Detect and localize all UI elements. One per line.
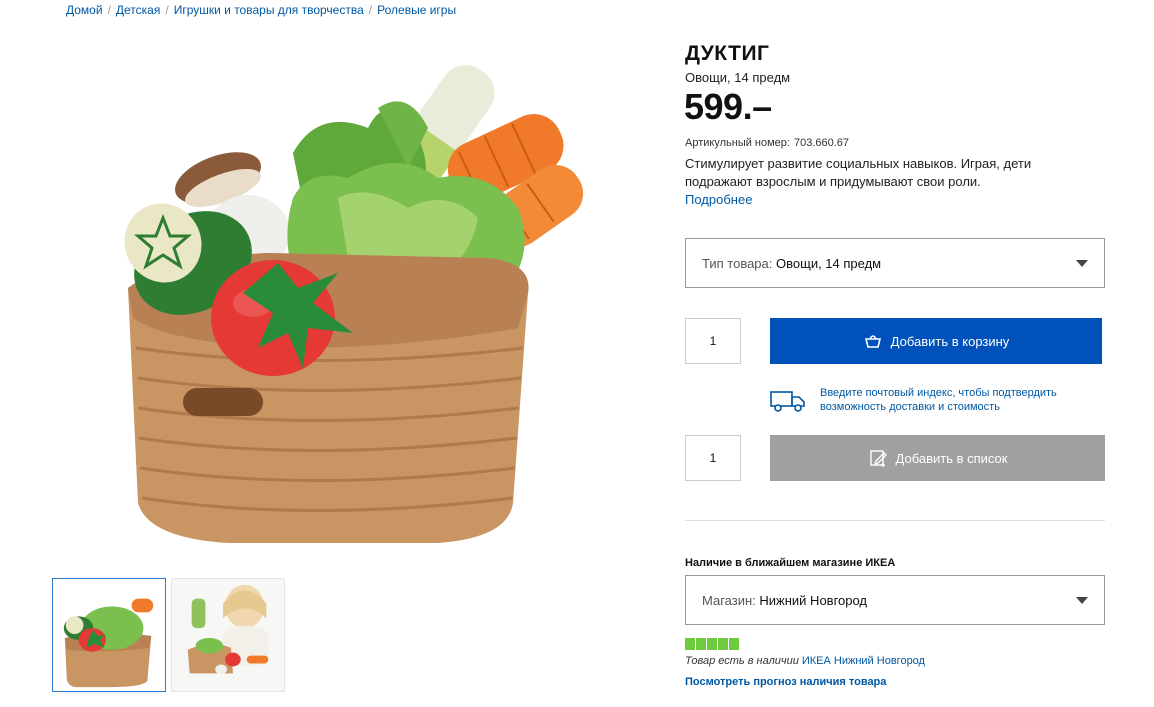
stock-level-segment (685, 638, 695, 650)
product-description: Стимулирует развитие социальных навыков.… (685, 156, 1032, 189)
stock-level-segment (696, 638, 706, 650)
type-select-value: Овощи, 14 предм (776, 256, 882, 271)
stock-forecast-link[interactable]: Посмотреть прогноз наличия товара (685, 676, 886, 688)
article-value: 703.660.67 (793, 137, 850, 149)
article-number: Артикульный номер: 703.660.67 (685, 137, 849, 149)
stock-level-segment (707, 638, 717, 650)
product-name: ДУКТИГ (685, 42, 770, 65)
availability-title: Наличие в ближайшем магазине ИКЕА (685, 557, 896, 569)
add-to-list-label: Добавить в список (895, 450, 1008, 466)
stock-level-segment (729, 638, 739, 650)
breadcrumb: Домой / Детская / Игрушки и товары для творч… (66, 3, 456, 17)
truck-icon (770, 389, 806, 413)
more-details-link[interactable]: Подробнее (685, 192, 752, 207)
product-price: 599.– (684, 86, 772, 127)
thumbnail-child-playing[interactable] (171, 578, 285, 692)
stock-status-text: Товар есть в наличии (685, 655, 799, 667)
product-type-select[interactable]: Тип товара: Овощи, 14 предм (685, 238, 1105, 288)
product-type-select-label: Тип товара: Овощи, 14 предм (702, 256, 881, 271)
cart-quantity-input[interactable]: 1 (685, 318, 741, 364)
store-select-value: Нижний Новгород (759, 593, 868, 608)
add-to-list-button[interactable]: Добавить в список (770, 435, 1105, 481)
breadcrumb-toys[interactable]: Игрушки и товары для творчества (174, 3, 364, 17)
breadcrumb-separator: / (107, 3, 111, 17)
stock-level-bar (685, 638, 739, 650)
breadcrumb-kids-room[interactable]: Детская (116, 3, 160, 17)
breadcrumb-home[interactable]: Домой (66, 3, 103, 17)
store-link[interactable]: ИКЕА Нижний Новгород (802, 655, 925, 667)
product-type: Овощи, 14 предм (685, 70, 791, 85)
store-label-text: Магазин: (702, 593, 756, 608)
chevron-down-icon (1076, 260, 1088, 267)
store-select-label: Магазин: Нижний Новгород (702, 593, 867, 608)
thumbnail-basket[interactable] (52, 578, 166, 692)
list-edit-icon (868, 448, 888, 468)
chevron-down-icon (1076, 597, 1088, 604)
basket-icon (863, 331, 883, 351)
divider (685, 520, 1105, 521)
main-product-image[interactable] (108, 48, 588, 548)
article-label: Артикульный номер: (685, 137, 790, 149)
stock-level-segment (718, 638, 728, 650)
list-quantity-input[interactable]: 1 (685, 435, 741, 481)
delivery-check[interactable]: Введите почтовый индекс, чтобы подтверди… (770, 386, 1110, 418)
delivery-text[interactable]: Введите почтовый индекс, чтобы подтверди… (820, 386, 1110, 414)
store-select[interactable]: Магазин: Нижний Новгород (685, 575, 1105, 625)
type-select-label-text: Тип товара: (702, 256, 773, 271)
breadcrumb-separator: / (368, 3, 373, 17)
stock-status: Товар есть в наличии ИКЕА Нижний Новгород (685, 655, 925, 667)
add-to-cart-button[interactable]: Добавить в корзину (770, 318, 1102, 364)
breadcrumb-role-play[interactable]: Ролевые игры (377, 3, 456, 17)
add-to-cart-label: Добавить в корзину (890, 333, 1010, 349)
breadcrumb-separator: / (165, 3, 169, 17)
